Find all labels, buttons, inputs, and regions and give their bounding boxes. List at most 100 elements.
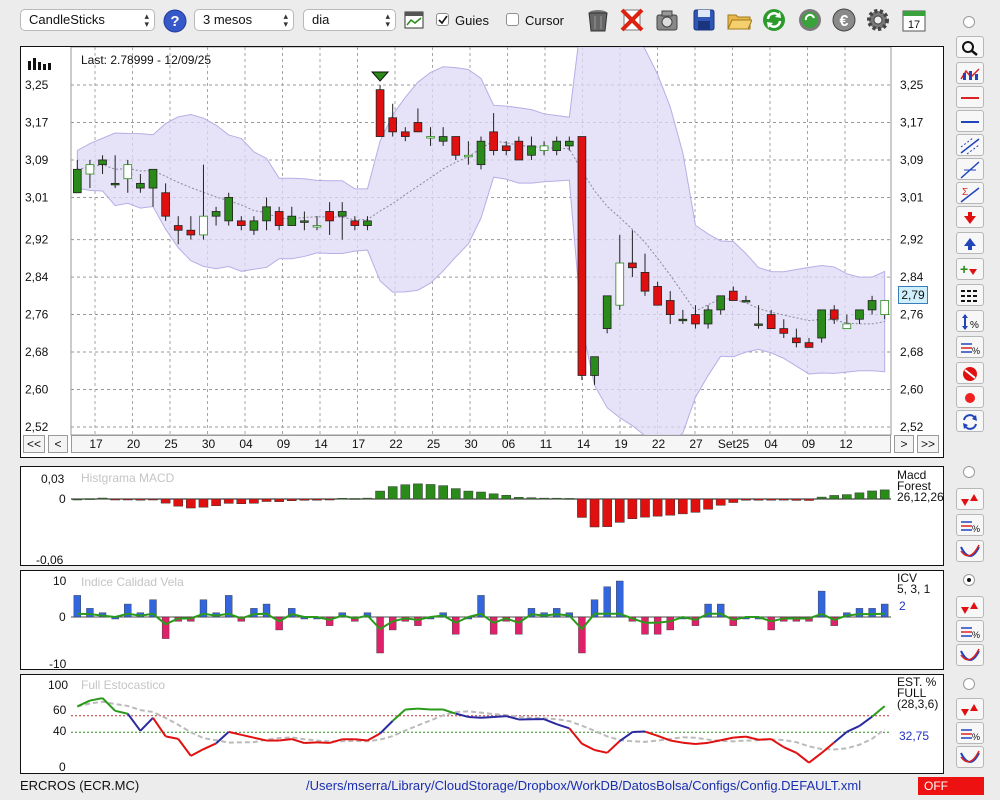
help-icon[interactable]: ? <box>163 9 187 33</box>
candle-body <box>855 309 864 320</box>
swap-button[interactable] <box>956 410 984 432</box>
save-icon[interactable] <box>691 7 717 33</box>
add-signals-button[interactable]: + <box>956 258 984 280</box>
nav-last-button[interactable]: >> <box>917 435 939 453</box>
horizontal-red-line-button[interactable] <box>956 86 984 108</box>
open-folder-icon[interactable] <box>726 7 753 33</box>
macd-bar <box>72 498 83 501</box>
candle-body <box>539 145 549 151</box>
sync-icon[interactable] <box>797 7 823 33</box>
radio-main[interactable] <box>963 16 975 28</box>
svg-text:%: % <box>970 320 979 331</box>
scale-percent-button[interactable]: % <box>956 310 984 332</box>
macd-lines-button[interactable]: % <box>956 514 984 536</box>
chart-window-icon[interactable] <box>404 11 424 29</box>
candle-body <box>476 140 486 166</box>
zoom-button[interactable] <box>956 36 984 58</box>
stop-button[interactable] <box>956 362 984 384</box>
macd-bar <box>589 498 600 528</box>
macd-bar <box>211 498 221 507</box>
y-tick-left: 3,09 <box>25 153 49 167</box>
chart-type-select[interactable]: CandleSticks ▴ ▾ <box>20 9 155 31</box>
stoch-curve-button[interactable] <box>956 746 984 768</box>
candle-body <box>741 300 751 303</box>
icv-bar <box>855 608 864 618</box>
period-select[interactable]: 3 mesos ▴ ▾ <box>194 9 294 31</box>
icv-bar <box>414 616 422 626</box>
macd-bar <box>148 498 158 501</box>
status-off-badge[interactable]: OFF <box>918 777 984 795</box>
icv-signals-button[interactable] <box>956 596 984 618</box>
stoch-k-segment <box>733 735 747 739</box>
stoch-k-segment <box>405 707 418 711</box>
icv-bar <box>603 586 611 618</box>
icv-bar <box>489 616 498 635</box>
lines-percent-button[interactable]: % <box>956 336 984 358</box>
interval-select[interactable]: dia ▴ ▾ <box>303 9 396 31</box>
stoch-lines-button[interactable]: % <box>956 722 984 744</box>
macd-panel: Histgrama MACD 0,03 0 -0,06 Macd Forest … <box>20 466 944 567</box>
icv-lines-button[interactable]: % <box>956 620 984 642</box>
macd-curve-button[interactable] <box>956 540 984 562</box>
stoch-signals-button[interactable] <box>956 698 984 720</box>
y-tick-right: 2,68 <box>900 345 924 359</box>
candle-body <box>640 271 650 292</box>
channel-button[interactable] <box>956 134 984 156</box>
macd-signals-button[interactable] <box>956 488 984 510</box>
macd-title: Histgrama MACD <box>81 471 175 485</box>
delete-chart-icon[interactable] <box>619 7 645 33</box>
bars-icon[interactable] <box>27 53 57 71</box>
date-label: 04 <box>764 437 778 451</box>
candle-body <box>375 89 385 137</box>
macd-bar <box>122 498 133 501</box>
radio-macd[interactable] <box>963 466 975 478</box>
trendline-button[interactable] <box>956 158 984 180</box>
buy-arrow-button[interactable] <box>956 232 984 254</box>
stoch-k-segment <box>417 707 431 711</box>
y-tick-right: 3,25 <box>900 78 924 92</box>
gear-icon[interactable] <box>865 7 891 33</box>
nav-prev-button[interactable]: < <box>48 435 68 453</box>
macd-bar <box>867 490 877 500</box>
swap-arrows-icon <box>963 414 977 430</box>
config-path[interactable]: /Users/mserra/Library/CloudStorage/Dropb… <box>306 778 861 793</box>
macd-bar <box>728 498 739 503</box>
price-chart[interactable]: 3,25 3,17 3,09 3,01 2,92 2,84 2,76 2,68 2,60 2,52… <box>21 47 943 457</box>
radio-stochastic[interactable] <box>963 678 975 690</box>
date-axis[interactable]: 17 20 25 30 04 09 14 17 22 25 30 06 11 14 19 22 27 Set25 0… <box>71 435 891 453</box>
y-tick-right: 2,76 <box>900 308 924 322</box>
cursor-checkbox[interactable] <box>506 13 519 26</box>
trash-icon[interactable] <box>585 7 611 33</box>
euro-icon[interactable]: € <box>831 7 857 33</box>
macd-bar <box>350 498 360 500</box>
macd-bar <box>286 498 297 501</box>
candle-body <box>728 290 738 301</box>
candle-body <box>552 140 562 151</box>
sell-arrow-button[interactable] <box>956 206 984 228</box>
refresh-icon[interactable] <box>761 7 787 33</box>
nav-first-button[interactable]: << <box>23 435 45 453</box>
candle-body <box>590 356 599 376</box>
calendar-icon[interactable]: 17 <box>901 7 927 33</box>
record-button[interactable] <box>956 386 984 408</box>
candle-body <box>564 140 574 147</box>
magnifier-icon <box>962 41 978 56</box>
grid-lines-button[interactable] <box>956 284 984 306</box>
horizontal-blue-line-button[interactable] <box>956 110 984 132</box>
candles-style-button[interactable] <box>956 62 984 84</box>
y-tick-left: 3,01 <box>25 190 49 204</box>
icv-curve-button[interactable] <box>956 644 984 666</box>
guides-checkbox[interactable] <box>436 13 449 26</box>
nav-next-button[interactable]: > <box>894 435 914 453</box>
fibonacci-button[interactable]: Σ <box>956 182 984 204</box>
macd-bar <box>778 498 789 501</box>
select-arrows-icon: ▴ ▾ <box>283 11 288 29</box>
candle-body <box>779 328 789 334</box>
camera-icon[interactable] <box>654 7 680 33</box>
date-label: 20 <box>127 437 141 451</box>
main-chart-panel: 3,25 3,17 3,09 3,01 2,92 2,84 2,76 2,68 2,60 2,52… <box>20 46 944 458</box>
macd-bar <box>678 498 688 515</box>
radio-icv[interactable] <box>963 574 975 586</box>
macd-bar <box>829 495 840 500</box>
lines-percent-icon: % <box>961 729 980 742</box>
